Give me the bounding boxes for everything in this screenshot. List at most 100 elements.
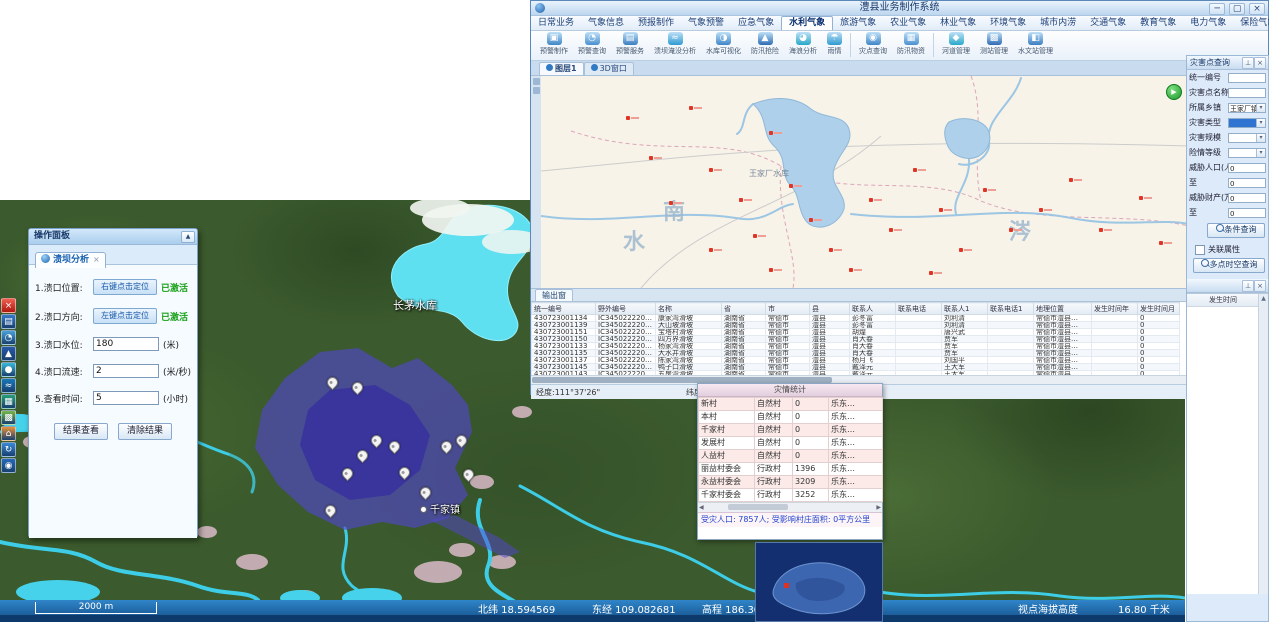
field-dropdown[interactable]: ▾: [1228, 118, 1266, 128]
operation-panel-titlebar[interactable]: 操作面板 ▲: [29, 229, 197, 245]
refresh-icon[interactable]: ↻: [1, 442, 16, 457]
relation-checkbox[interactable]: [1195, 245, 1205, 255]
menu-item-2[interactable]: 气象信息: [581, 17, 631, 30]
hazard-marker[interactable]: [1069, 178, 1073, 182]
menu-item-15[interactable]: 保险气象: [1233, 17, 1269, 30]
hazard-marker[interactable]: [626, 116, 630, 120]
stats-row[interactable]: 本村自然村0乐东…: [699, 411, 883, 424]
output-tab[interactable]: 输出窗: [535, 289, 573, 301]
panel-close-icon[interactable]: ×: [1254, 57, 1266, 69]
hazard-marker[interactable]: [1009, 228, 1013, 232]
field-dropdown[interactable]: ▾: [1228, 148, 1266, 158]
toolbar-item[interactable]: ▲防汛抢险: [746, 31, 784, 56]
stats-row[interactable]: 发展村自然村0乐东…: [699, 437, 883, 450]
gis-map-area[interactable]: ▶ 南水涔王家厂水库: [531, 76, 1268, 289]
toolbar-item[interactable]: ◔预警查询: [573, 31, 611, 56]
hazard-marker[interactable]: [753, 234, 757, 238]
stats-row[interactable]: 千家村自然村0乐东…: [699, 424, 883, 437]
menu-item-10[interactable]: 环境气象: [983, 17, 1033, 30]
hazard-marker[interactable]: [649, 156, 653, 160]
field-dropdown[interactable]: ▾: [1228, 133, 1266, 143]
hazard-marker[interactable]: [669, 201, 673, 205]
snapshot-icon[interactable]: ◔: [1, 330, 16, 345]
multi-point-query-button[interactable]: 多点时空查询: [1193, 258, 1265, 273]
toolbar-item[interactable]: ◕海浪分析: [784, 31, 822, 56]
map-tab-3D窗口[interactable]: 3D窗口: [584, 62, 634, 75]
stats-row[interactable]: 永益村委会行政村3209乐东…: [699, 476, 883, 489]
locate-go-button[interactable]: ▶: [1166, 84, 1182, 100]
tab-close-icon[interactable]: ×: [93, 255, 100, 264]
result-grid-column-header[interactable]: 发生时间: [1187, 294, 1268, 307]
table-horizontal-scrollbar[interactable]: [531, 375, 1268, 384]
table-row[interactable]: 430723001133IC345022220…杨家湾滑坡湖南省常德市澧县肖大春…: [532, 343, 1180, 350]
hazard-marker[interactable]: [769, 131, 773, 135]
hazard-marker[interactable]: [889, 228, 893, 232]
table-row[interactable]: 430723001137IC345022220…陈家湾滑坡湖南省常德市澧县杨月飞…: [532, 357, 1180, 364]
toolbar-item[interactable]: ◑水库可视化: [701, 31, 746, 56]
hazard-marker[interactable]: [1159, 241, 1163, 245]
hazard-marker[interactable]: [1039, 208, 1043, 212]
op-value-input[interactable]: 5: [93, 391, 159, 405]
hazard-marker[interactable]: [789, 184, 793, 188]
hazard-marker[interactable]: [809, 218, 813, 222]
menu-item-9[interactable]: 林业气象: [933, 17, 983, 30]
home-icon[interactable]: ⌂: [1, 426, 16, 441]
chevron-down-icon[interactable]: ▾: [1256, 149, 1265, 157]
field-dropdown[interactable]: 王家厂镇▾: [1228, 103, 1266, 113]
condition-query-button[interactable]: 条件查询: [1207, 223, 1265, 238]
menu-item-3[interactable]: 预报制作: [631, 17, 681, 30]
overview-inset-map[interactable]: [755, 542, 883, 622]
toolbar-item[interactable]: ◧水文站管理: [1013, 31, 1058, 56]
hazard-marker[interactable]: [709, 168, 713, 172]
stats-row[interactable]: 人益村自然村0乐东…: [699, 450, 883, 463]
stats-horizontal-scrollbar[interactable]: ◀ ▶: [698, 502, 882, 512]
table-row[interactable]: 430723001151IC345022220…宝塔村滑坡湖南省常德市澧县胡煌唐…: [532, 329, 1180, 336]
hazard-marker[interactable]: [1139, 196, 1143, 200]
title-bar[interactable]: 澧县业务制作系统 ─ ▢ ×: [531, 1, 1268, 16]
map-tab-图层1[interactable]: 图层1: [539, 62, 584, 75]
close-button[interactable]: ×: [1249, 3, 1265, 15]
toolbar-item[interactable]: ▣预警制作: [535, 31, 573, 56]
field-input[interactable]: 0: [1228, 163, 1266, 173]
field-input[interactable]: [1228, 88, 1266, 98]
dam-break-tab[interactable]: 溃坝分析×: [35, 252, 106, 268]
navigate-icon[interactable]: ▲: [1, 346, 16, 361]
hazard-marker[interactable]: [689, 106, 693, 110]
scroll-right-icon[interactable]: ▶: [876, 504, 881, 511]
table-row[interactable]: 430723001150IC345022220…四方界滑坡湖南省常德市澧县肖大春…: [532, 336, 1180, 343]
menu-item-14[interactable]: 电力气象: [1183, 17, 1233, 30]
stats-titlebar[interactable]: 灾情统计: [698, 384, 882, 397]
scroll-left-icon[interactable]: ◀: [699, 504, 704, 511]
scroll-up-icon[interactable]: ▲: [1259, 294, 1268, 303]
op-pick-button[interactable]: 右键点击定位: [93, 279, 157, 295]
menu-item-11[interactable]: 城市内涝: [1033, 17, 1083, 30]
op-pick-button[interactable]: 左键点击定位: [93, 308, 157, 324]
hazard-marker[interactable]: [1099, 228, 1103, 232]
menu-item-5[interactable]: 应急气象: [731, 17, 781, 30]
compass-icon[interactable]: ◉: [1, 458, 16, 473]
field-input[interactable]: [1228, 73, 1266, 83]
hazard-marker[interactable]: [769, 268, 773, 272]
toolbar-item[interactable]: ≈溃坝淹没分析: [649, 31, 701, 56]
pin-icon[interactable]: ⊥: [1242, 57, 1254, 69]
hazard-marker[interactable]: [869, 198, 873, 202]
globe-icon[interactable]: ●: [1, 362, 16, 377]
maximize-button[interactable]: ▢: [1229, 3, 1245, 15]
gis-map-canvas[interactable]: ▶ 南水涔王家厂水库: [541, 76, 1189, 288]
stats-row[interactable]: 丽益村委会行政村1396乐东…: [699, 463, 883, 476]
view-result-button[interactable]: 结果查看: [54, 423, 108, 440]
op-value-input[interactable]: 2: [93, 364, 159, 378]
chevron-down-icon[interactable]: ▾: [1256, 104, 1265, 112]
menu-item-12[interactable]: 交通气象: [1083, 17, 1133, 30]
toolbar-item[interactable]: ◉灾点查询: [854, 31, 892, 56]
field-input[interactable]: 0: [1228, 193, 1266, 203]
stats-row[interactable]: 新村自然村0乐东…: [699, 398, 883, 411]
menu-item-13[interactable]: 教育气象: [1133, 17, 1183, 30]
hazard-marker[interactable]: [913, 168, 917, 172]
layers-icon[interactable]: ▤: [1, 314, 16, 329]
hazard-marker[interactable]: [709, 248, 713, 252]
hazard-marker[interactable]: [959, 248, 963, 252]
toolbar-item[interactable]: ☂雨情: [822, 31, 847, 56]
pin-icon[interactable]: ⊥: [1242, 280, 1254, 292]
table-row[interactable]: 430723001134IC345022220…康家湾滑坡湖南省常德市澧县彭冬富…: [532, 315, 1180, 322]
